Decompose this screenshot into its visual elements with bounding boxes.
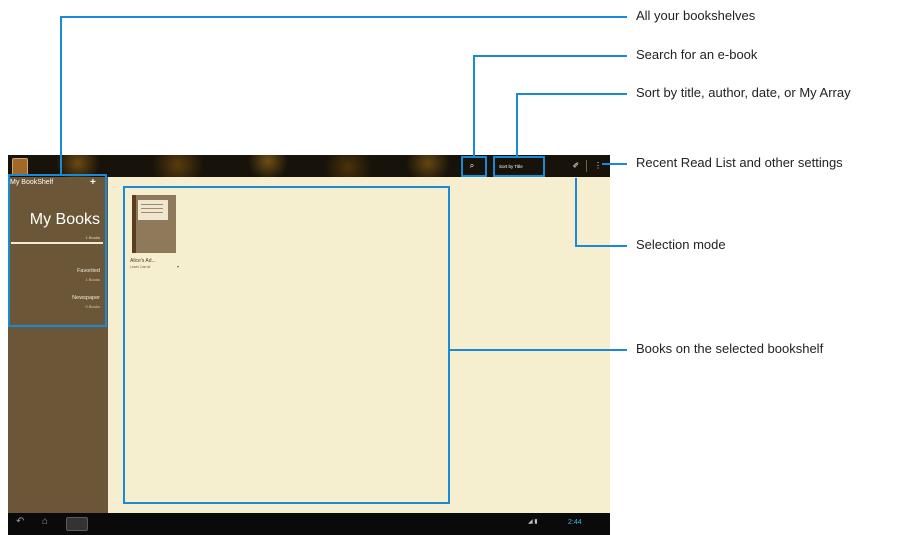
leader-line [575, 178, 577, 246]
books-area-highlight [123, 186, 450, 504]
system-nav-bar: ↶ ⌂ ◢ ▮ 2:44 [8, 513, 610, 535]
callout-selection: Selection mode [636, 237, 726, 252]
leader-line [575, 245, 627, 247]
bookshelves-highlight [8, 174, 107, 327]
status-clock: 2:44 [568, 519, 582, 526]
search-highlight [461, 156, 487, 177]
leader-line [473, 55, 475, 156]
leader-line [516, 93, 518, 156]
callout-sort: Sort by title, author, date, or My Array [636, 85, 851, 100]
recent-apps-icon[interactable] [66, 517, 88, 531]
callout-bookshelves: All your bookshelves [636, 8, 756, 23]
status-icons: ◢ ▮ [528, 519, 538, 525]
back-icon[interactable]: ↶ [16, 516, 24, 527]
overflow-menu-icon[interactable]: ⋮ [592, 159, 604, 173]
sort-highlight [493, 156, 545, 177]
leader-line [60, 16, 627, 18]
leader-line [60, 16, 62, 174]
callout-recent: Recent Read List and other settings [636, 155, 843, 170]
toolbar-divider [586, 160, 587, 172]
leader-line [516, 93, 627, 95]
leader-line [473, 55, 627, 57]
selection-mode-icon[interactable]: ✐ [571, 159, 581, 173]
home-icon[interactable]: ⌂ [42, 516, 48, 527]
callout-search: Search for an e-book [636, 47, 758, 62]
leader-line [602, 163, 627, 165]
callout-books: Books on the selected bookshelf [636, 341, 824, 356]
leader-line [450, 349, 627, 351]
